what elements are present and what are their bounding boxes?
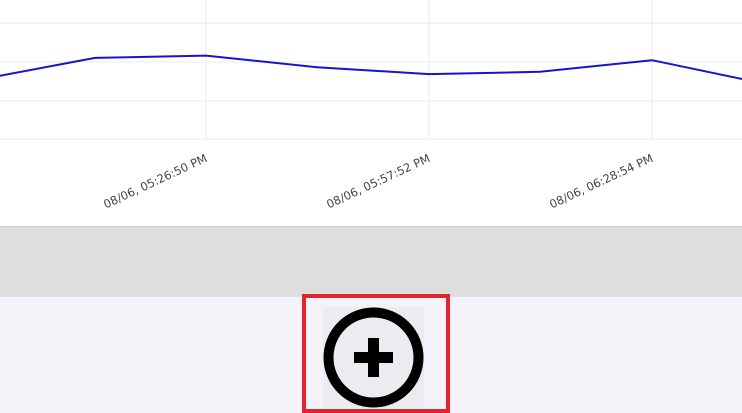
chart-panel: 08/06, 05:26:50 PM 08/06, 05:57:52 PM 08/0… bbox=[0, 0, 742, 226]
add-button[interactable] bbox=[323, 307, 424, 408]
divider-bar bbox=[0, 226, 742, 297]
line-chart: 08/06, 05:26:50 PM 08/06, 05:57:52 PM 08/0… bbox=[0, 0, 742, 211]
x-tick-label: 08/06, 05:26:50 PM bbox=[101, 151, 209, 211]
x-tick-label: 08/06, 05:57:52 PM bbox=[324, 151, 432, 211]
plus-circle-icon bbox=[323, 307, 424, 408]
x-tick-label: 08/06, 06:28:54 PM bbox=[547, 151, 655, 211]
series-line bbox=[0, 54, 742, 81]
